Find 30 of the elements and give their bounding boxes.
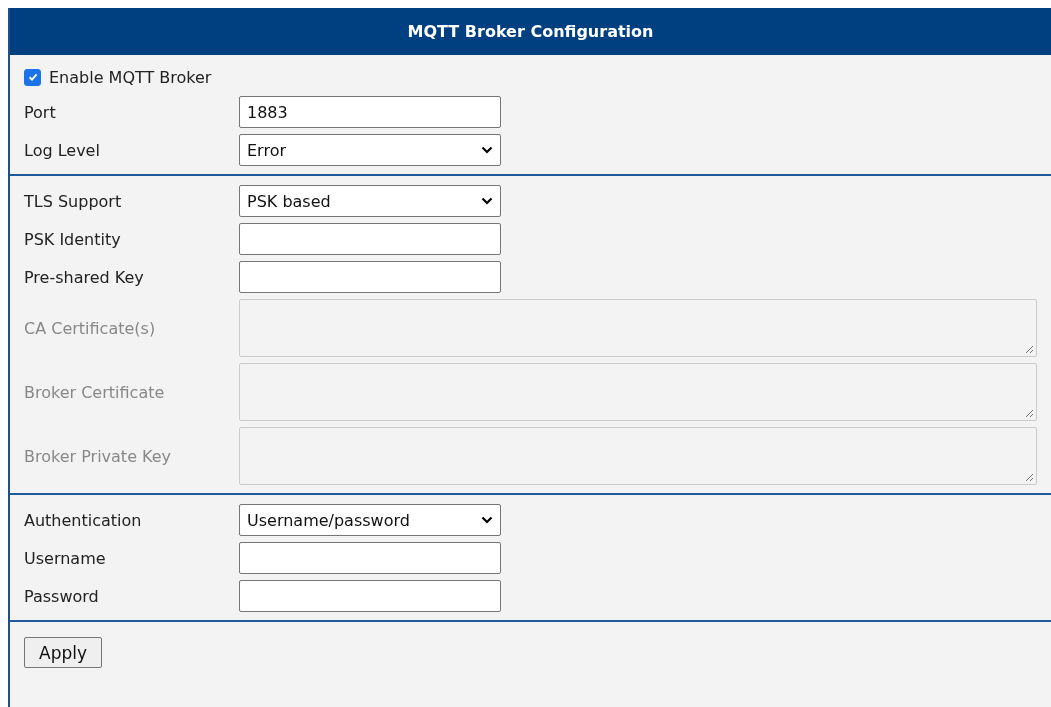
input-field[interactable] xyxy=(239,261,501,293)
checkbox-label: Enable MQTT Broker xyxy=(49,67,212,87)
field-label: Broker Certificate xyxy=(24,382,166,402)
field-label: Port xyxy=(24,102,57,122)
field-label: Authentication xyxy=(24,510,143,530)
dropdown[interactable]: PSK based xyxy=(239,185,501,217)
chevron-down-icon xyxy=(481,197,493,205)
field-label: Username xyxy=(24,548,107,568)
panel-title: MQTT Broker Configuration xyxy=(407,22,654,41)
field-label: Broker Private Key xyxy=(24,446,173,466)
input-field[interactable]: 1883 xyxy=(239,96,501,128)
chevron-down-icon xyxy=(481,516,493,524)
field-label: Pre-shared Key xyxy=(24,267,145,287)
resize-grip-icon xyxy=(1024,408,1034,418)
field-label: CA Certificate(s) xyxy=(24,318,157,338)
checkmark-icon xyxy=(26,71,39,83)
input-field[interactable] xyxy=(239,542,501,574)
dropdown[interactable]: Username/password xyxy=(239,504,501,536)
resize-grip-icon xyxy=(1024,344,1034,354)
chevron-down-icon xyxy=(481,146,493,154)
field-label: TLS Support xyxy=(24,191,123,211)
resize-grip-icon xyxy=(1024,472,1034,482)
apply-button[interactable]: Apply xyxy=(24,637,102,668)
field-label: Password xyxy=(24,586,100,606)
input-field[interactable] xyxy=(239,223,501,255)
dropdown[interactable]: Error xyxy=(239,134,501,166)
field-label: Log Level xyxy=(24,140,101,160)
checkbox[interactable] xyxy=(24,68,41,86)
input-field[interactable] xyxy=(239,580,501,612)
field-label: PSK Identity xyxy=(24,229,122,249)
